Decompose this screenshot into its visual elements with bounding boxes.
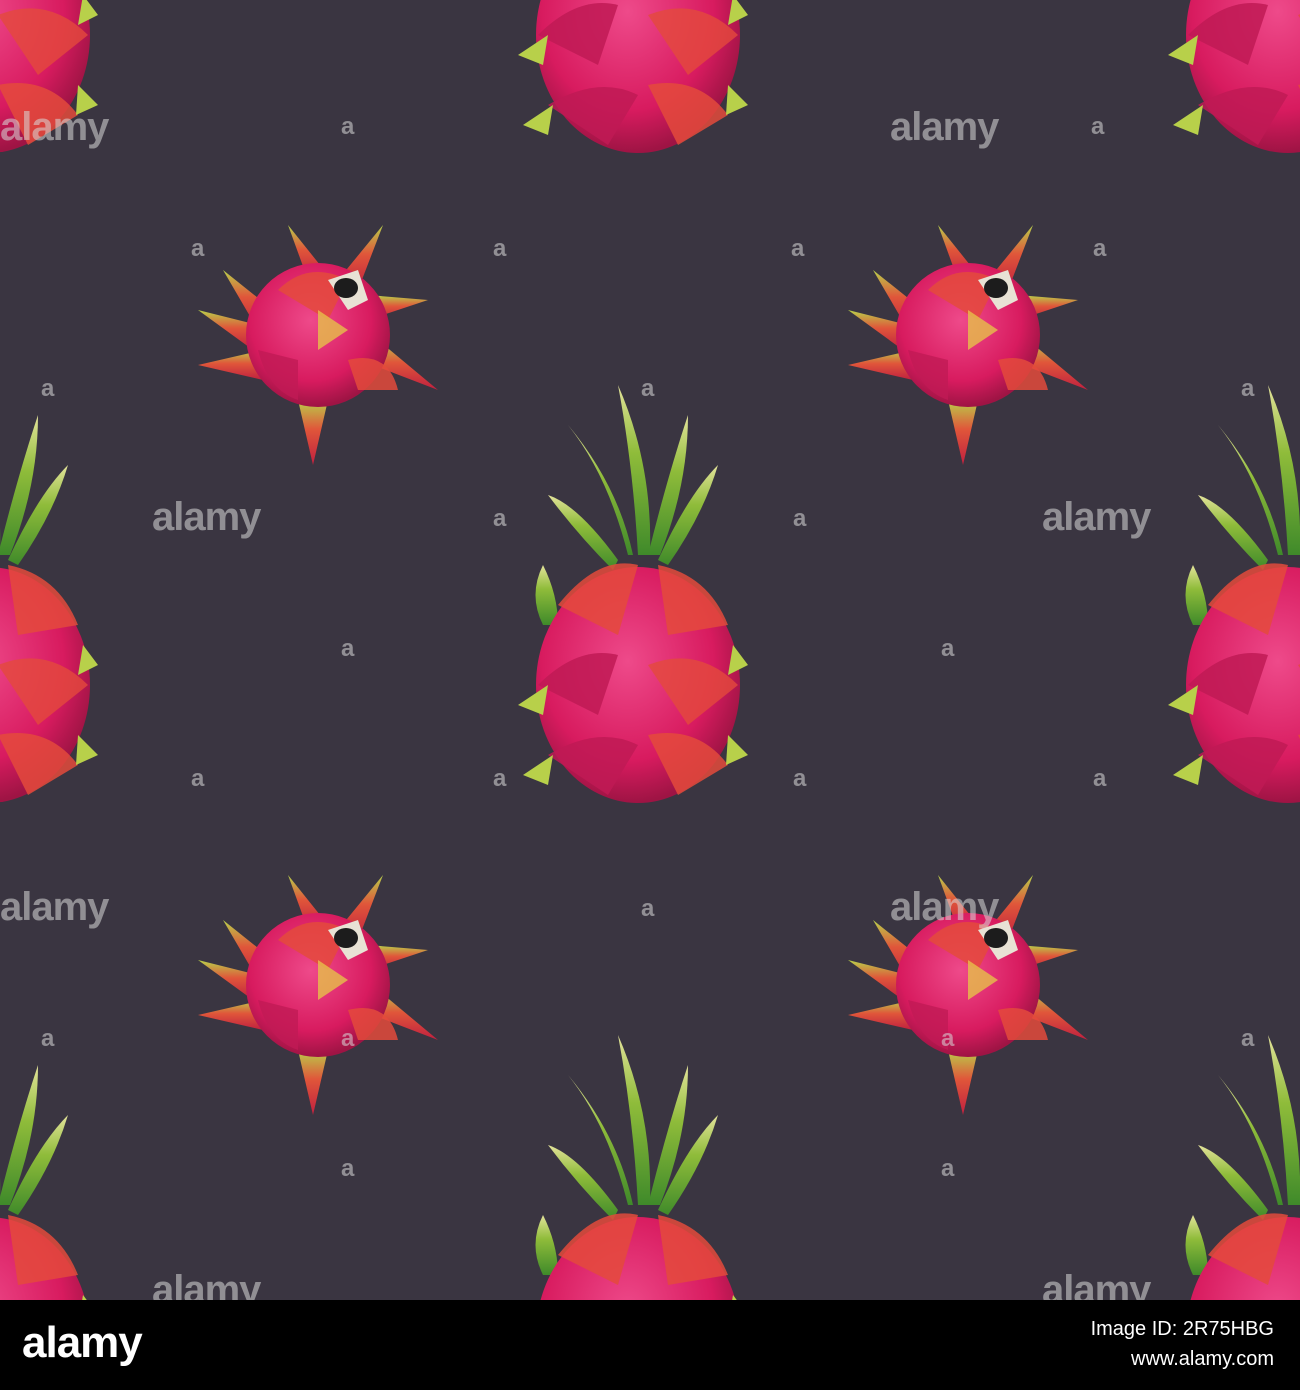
dragon-fruit-side-view <box>1168 0 1300 153</box>
alamy-logo: alamy <box>22 1318 143 1367</box>
dragon-fruit-top-view <box>848 225 1088 465</box>
dragon-fruit-side-view <box>0 385 98 803</box>
site-url: www.alamy.com <box>1131 1348 1274 1370</box>
dragon-fruit-side-view <box>0 1035 98 1300</box>
pattern-canvas: alamy alamy alamy alamy alamy alamy alam… <box>0 0 1300 1300</box>
dragon-fruit-side-view <box>518 0 748 153</box>
dragon-fruit-top-view <box>198 225 438 465</box>
dragon-fruit-side-view <box>1168 1035 1300 1300</box>
dragon-fruit-side-view <box>1168 385 1300 803</box>
dragon-fruit-side-view <box>518 1035 748 1300</box>
dragon-fruit-top-view <box>198 875 438 1115</box>
footer-meta: Image ID: 2R75HBG www.alamy.com <box>1091 1314 1274 1374</box>
dragon-fruit-side-view <box>518 385 748 803</box>
dragon-fruit-pattern <box>0 0 1300 1300</box>
dragon-fruit-top-view <box>848 875 1088 1115</box>
dragon-fruit-side-view <box>0 0 98 153</box>
image-id-label: Image ID: 2R75HBG <box>1090 1318 1274 1340</box>
stock-footer-bar: alamy Image ID: 2R75HBG www.alamy.com <box>0 1300 1300 1390</box>
